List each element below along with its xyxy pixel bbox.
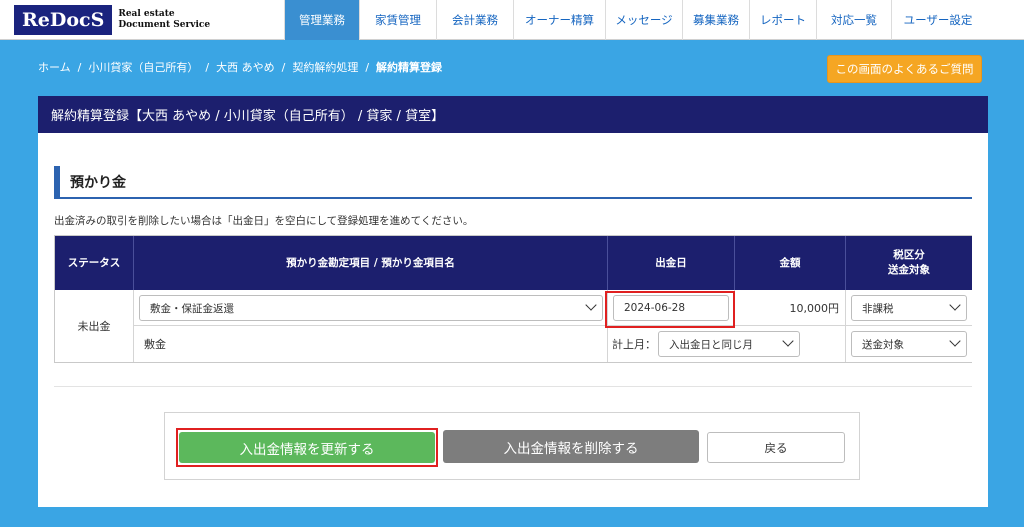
nav-item-rent[interactable]: 家賃管理	[359, 0, 436, 40]
nav-item-reports[interactable]: レポート	[749, 0, 816, 40]
remit-target-select-value: 送金対象	[862, 338, 904, 351]
top-bar: Re DocS Real estate Document Service 管理業務…	[0, 0, 1024, 40]
tax-category-select[interactable]: 非課税	[851, 295, 967, 321]
item-select-cell: 敷金・保証金返還	[134, 290, 608, 326]
delete-deposit-button[interactable]: 入出金情報を削除する	[443, 430, 699, 463]
chevron-down-icon	[585, 299, 597, 311]
breadcrumb-separator: /	[77, 60, 82, 74]
action-button-area: 入出金情報を更新する 入出金情報を削除する 戻る	[164, 412, 860, 480]
settlement-panel: 解約精算登録【大西 あやめ / 小川貸家（自己所有） / 貸家 / 貸室】 預か…	[38, 96, 988, 507]
header-tax-category: 税区分	[893, 249, 925, 261]
nav-item-user-settings[interactable]: ユーザー設定	[891, 0, 984, 40]
chevron-down-icon	[949, 335, 961, 347]
nav-item-responses[interactable]: 対応一覧	[816, 0, 891, 40]
deposit-item-name: 敷金	[144, 338, 166, 351]
posting-month-cell: 計上月： 入出金日と同じ月	[608, 326, 846, 362]
posting-month-select-value: 入出金日と同じ月	[669, 338, 753, 351]
logo-tagline-1: Real estate	[118, 9, 175, 19]
section-accent-bar	[54, 166, 60, 197]
nav-item-accounting[interactable]: 会計業務	[436, 0, 513, 40]
header-deposit-item: 預かり金勘定項目 / 預かり金項目名	[134, 236, 608, 290]
header-tax-remit: 税区分 送金対象	[846, 236, 972, 290]
breadcrumb-contract-cancellation[interactable]: 契約解約処理	[292, 59, 358, 75]
back-button[interactable]: 戻る	[707, 432, 845, 463]
status-value: 未出金	[77, 320, 111, 333]
header-payout-date: 出金日	[608, 236, 735, 290]
posting-month-label: 計上月：	[612, 338, 656, 351]
deposit-item-select[interactable]: 敷金・保証金返還	[139, 295, 603, 321]
nav-item-recruitment[interactable]: 募集業務	[682, 0, 749, 40]
section-heading: 預かり金	[54, 166, 972, 199]
breadcrumb-separator: /	[205, 60, 210, 74]
posting-month-select[interactable]: 入出金日と同じ月	[658, 331, 800, 357]
remit-target-select[interactable]: 送金対象	[851, 331, 967, 357]
header-status: ステータス	[55, 236, 134, 290]
logo-docs: DocS	[49, 9, 105, 31]
breadcrumb-home[interactable]: ホーム	[38, 59, 71, 75]
faq-button[interactable]: この画面のよくあるご質問	[827, 55, 982, 83]
amount-value: 10,000円	[789, 301, 840, 315]
instruction-note: 出金済みの取引を削除したい場合は「出金日」を空白にして登録処理を進めてください。	[54, 215, 474, 227]
deposit-item-select-value: 敷金・保証金返還	[150, 302, 234, 315]
logo-tagline-2: Document Service	[118, 20, 211, 30]
breadcrumb-tenant[interactable]: 大西 あやめ	[216, 59, 275, 75]
header-amount: 金額	[735, 236, 846, 290]
chevron-down-icon	[949, 299, 961, 311]
breadcrumb-separator: /	[281, 60, 286, 74]
item-name-cell: 敷金	[134, 326, 608, 362]
logo-mark: Re DocS	[14, 5, 113, 35]
date-highlight-outline	[605, 291, 735, 328]
panel-title: 解約精算登録【大西 あやめ / 小川貸家（自己所有） / 貸家 / 貸室】	[38, 96, 988, 133]
nav-item-owner-settlement[interactable]: オーナー精算	[513, 0, 605, 40]
chevron-down-icon	[782, 335, 794, 347]
section-title: 預かり金	[70, 174, 126, 191]
header-remit-target: 送金対象	[888, 264, 930, 276]
logo-tagline: Real estate Document Service	[118, 9, 210, 31]
update-highlight-outline	[176, 428, 438, 467]
tax-select-cell: 非課税	[846, 290, 972, 326]
logo-re: Re	[22, 9, 50, 31]
breadcrumb-property[interactable]: 小川貸家（自己所有）	[88, 59, 198, 75]
breadcrumb: ホーム / 小川貸家（自己所有） / 大西 あやめ / 契約解約処理 / 解約精…	[38, 59, 442, 75]
section-divider	[54, 386, 972, 387]
main-nav: 管理業務 家賃管理 会計業務 オーナー精算 メッセージ 募集業務 レポート 対応…	[284, 0, 984, 40]
nav-item-management[interactable]: 管理業務	[284, 0, 359, 40]
tax-category-select-value: 非課税	[862, 302, 894, 315]
nav-item-messages[interactable]: メッセージ	[605, 0, 682, 40]
breadcrumb-separator: /	[365, 60, 370, 74]
deposit-table: ステータス 預かり金勘定項目 / 預かり金項目名 出金日 金額 税区分 送金対象…	[54, 235, 972, 363]
redocs-logo[interactable]: Re DocS Real estate Document Service	[14, 5, 210, 35]
breadcrumb-current: 解約精算登録	[376, 61, 443, 74]
status-cell: 未出金	[55, 290, 134, 362]
remit-select-cell: 送金対象	[846, 326, 972, 362]
amount-cell: 10,000円	[735, 290, 846, 326]
